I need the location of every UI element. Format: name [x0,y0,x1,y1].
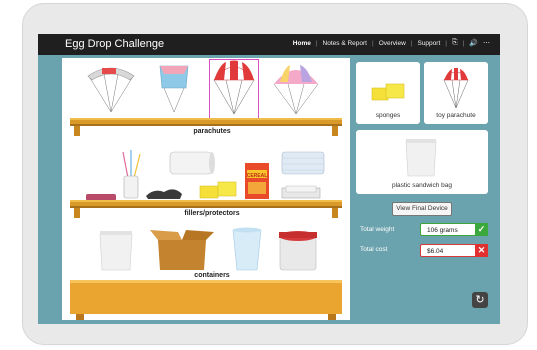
selected-card-label: sponges [375,112,401,119]
parachute-shelf [70,118,342,126]
nav-notes-report[interactable]: Notes & Report [323,40,367,47]
paper-bag-parachute[interactable] [154,62,194,116]
newspaper-parachute[interactable] [84,62,138,116]
total-weight-label: Total weight [360,226,395,233]
straws-in-cup[interactable] [120,150,142,200]
cereal-box[interactable]: CEREAL [244,162,270,200]
sponge-icon [371,83,405,101]
selected-card-label: plastic sandwich bag [392,182,452,189]
nav-overview[interactable]: Overview [379,40,406,47]
volume-icon[interactable]: 🔊 [469,39,478,47]
containers-label: containers [194,272,230,279]
more-icon[interactable]: ⋯ [483,39,490,47]
nav-home[interactable]: Home [293,40,311,47]
top-bar: Egg Drop Challenge Home | Notes & Report… [38,34,500,55]
app-title: Egg Drop Challenge [65,38,165,50]
newspaper-stack[interactable] [280,184,322,200]
total-weight-value: 106 grams [427,227,458,234]
sponges-item[interactable] [198,178,240,202]
main-nav: Home | Notes & Report | Overview | Suppo… [292,39,490,47]
bubble-wrap-roll[interactable] [280,150,326,176]
check-icon: ✓ [475,223,488,236]
paper-towel-roll[interactable] [166,148,216,178]
parachutes-label: parachutes [193,128,231,135]
fillers-label: fillers/protectors [184,210,240,217]
reset-icon[interactable]: ↻ [472,292,488,308]
fillers-shelf [70,200,342,208]
plastic-container[interactable] [276,226,320,272]
plastic-cup[interactable] [230,226,264,272]
fabric-parachute[interactable] [270,62,322,116]
cardboard-box[interactable] [150,224,214,272]
plastic-bag-icon [405,139,437,177]
total-cost-value: $6.04 [427,248,444,255]
close-icon: ✕ [475,244,488,257]
view-final-device-button[interactable]: View Final Device [392,202,452,216]
selected-card-label: toy parachute [436,112,476,119]
toy-parachute-option[interactable] [209,59,259,119]
total-cost-label: Total cost [360,246,388,253]
containers-table [70,280,342,314]
nav-support[interactable]: Support [417,40,440,47]
shelves-area: parachutes CEREAL fillers/protectors con… [62,58,350,320]
foam-piece[interactable] [144,186,184,200]
toy-parachute-icon [213,60,255,115]
selected-card-toy-parachute[interactable]: toy parachute [424,62,488,124]
total-weight-field: 106 grams ✓ [420,223,488,236]
toy-parachute-icon [443,68,469,109]
svg-text:CEREAL: CEREAL [247,173,268,179]
total-cost-field: $6.04 ✕ [420,244,488,257]
selected-card-sandwich-bag[interactable]: plastic sandwich bag [356,130,488,194]
selected-card-sponges[interactable]: sponges [356,62,420,124]
share-icon[interactable]: ⎘ [452,39,458,47]
plastic-bag-container[interactable] [96,228,136,272]
